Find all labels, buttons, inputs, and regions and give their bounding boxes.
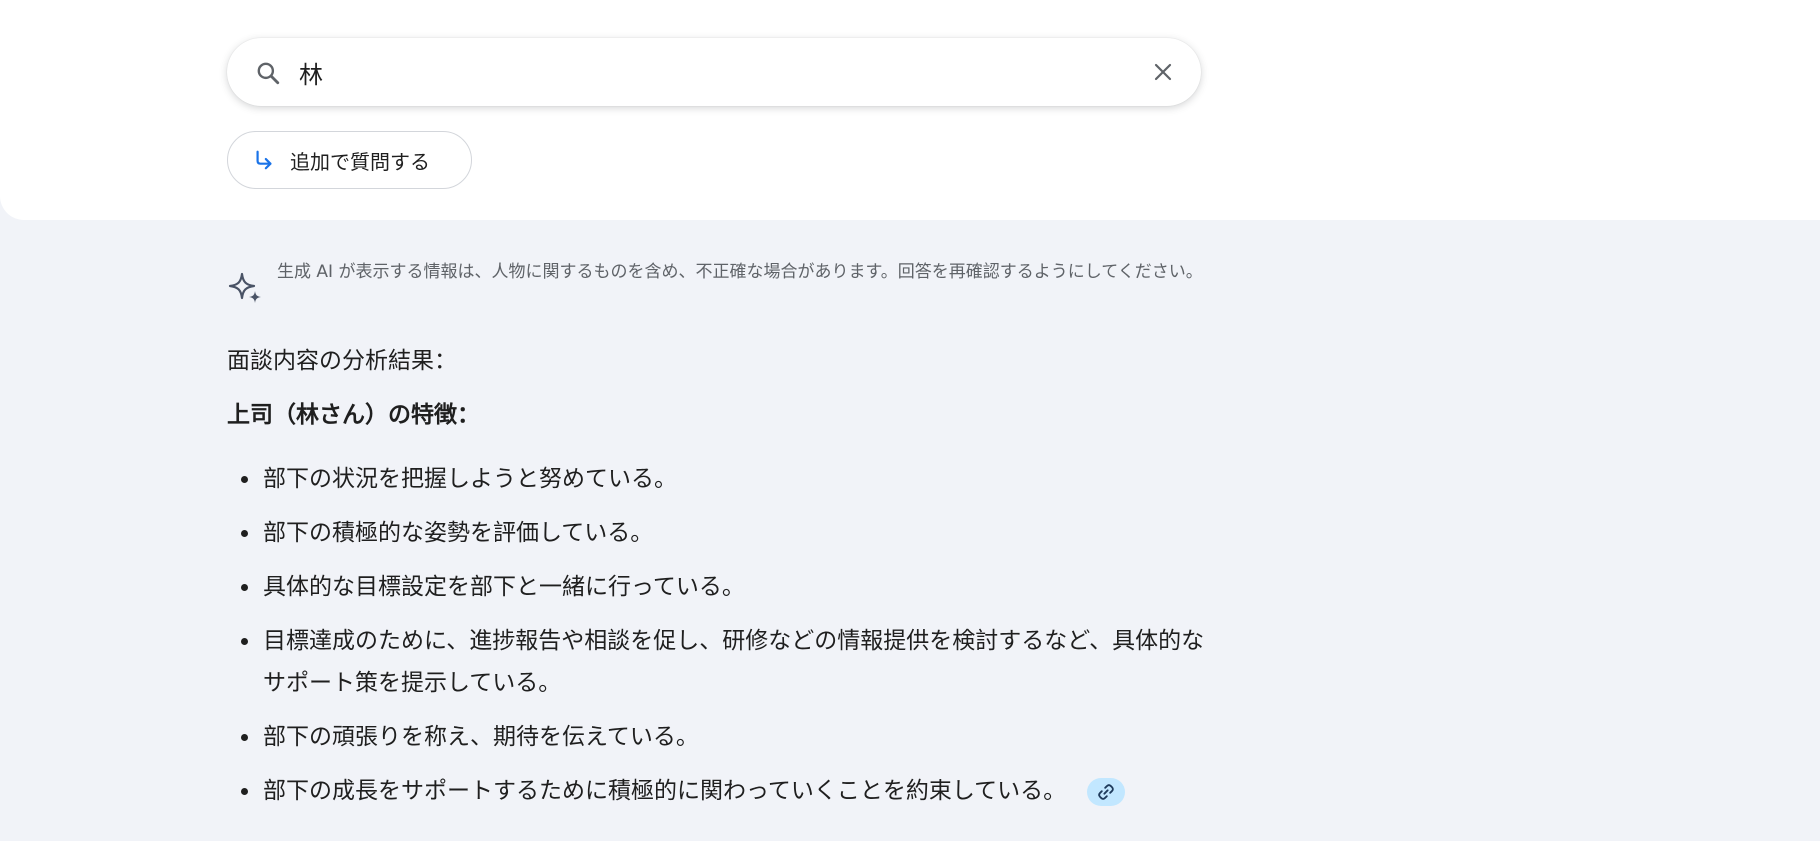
follow-up-question-button[interactable]: 追加で質問する bbox=[227, 131, 472, 189]
list-item: 具体的な目標設定を部下と一緒に行っている。 bbox=[227, 566, 1212, 608]
bullet-icon bbox=[241, 530, 248, 537]
subdirectory-arrow-icon bbox=[252, 148, 276, 172]
summary-heading: 面談内容の分析結果： bbox=[227, 348, 457, 374]
link-icon bbox=[1098, 783, 1115, 800]
list-item-text: 具体的な目標設定を部下と一緒に行っている。 bbox=[263, 574, 745, 600]
list-item-text: 部下の状況を把握しようと努めている。 bbox=[263, 466, 677, 492]
characteristics-list: 部下の状況を把握しようと努めている。 部下の積極的な姿勢を評価している。 具体的… bbox=[227, 458, 1212, 824]
list-item-text: 部下の積極的な姿勢を評価している。 bbox=[263, 520, 654, 546]
bullet-icon bbox=[241, 788, 248, 795]
sparkle-icon bbox=[227, 270, 263, 306]
search-box[interactable] bbox=[227, 38, 1201, 106]
list-item-text: 目標達成のために、進捗報告や相談を促し、研修などの情報提供を検討するなど、具体的… bbox=[263, 628, 1205, 696]
bullet-icon bbox=[241, 476, 248, 483]
search-header-panel: 追加で質問する bbox=[0, 0, 1820, 220]
list-item-text: 部下の頑張りを称え、期待を伝えている。 bbox=[263, 724, 699, 750]
list-item: 目標達成のために、進捗報告や相談を促し、研修などの情報提供を検討するなど、具体的… bbox=[227, 620, 1212, 704]
bullet-icon bbox=[241, 734, 248, 741]
list-item-text: 部下の成長をサポートするために積極的に関わっていくことを約束している。 bbox=[263, 778, 1067, 804]
close-icon[interactable] bbox=[1151, 60, 1175, 84]
search-icon[interactable] bbox=[255, 60, 281, 86]
section-heading: 上司（林さん）の特徴： bbox=[227, 402, 480, 428]
follow-up-question-label: 追加で質問する bbox=[290, 149, 430, 174]
list-item: 部下の積極的な姿勢を評価している。 bbox=[227, 512, 1212, 554]
list-item: 部下の頑張りを称え、期待を伝えている。 bbox=[227, 716, 1212, 758]
bullet-icon bbox=[241, 584, 248, 591]
source-link-button[interactable] bbox=[1087, 777, 1126, 806]
search-input[interactable] bbox=[299, 52, 1079, 92]
ai-disclaimer: 生成 AI が表示する情報は、人物に関するものを含め、不正確な場合があります。回… bbox=[227, 258, 1207, 306]
bullet-icon bbox=[241, 638, 248, 645]
list-item: 部下の成長をサポートするために積極的に関わっていくことを約束している。 bbox=[227, 770, 1212, 812]
list-item: 部下の状況を把握しようと努めている。 bbox=[227, 458, 1212, 500]
disclaimer-text: 生成 AI が表示する情報は、人物に関するものを含め、不正確な場合があります。回… bbox=[277, 262, 1203, 282]
